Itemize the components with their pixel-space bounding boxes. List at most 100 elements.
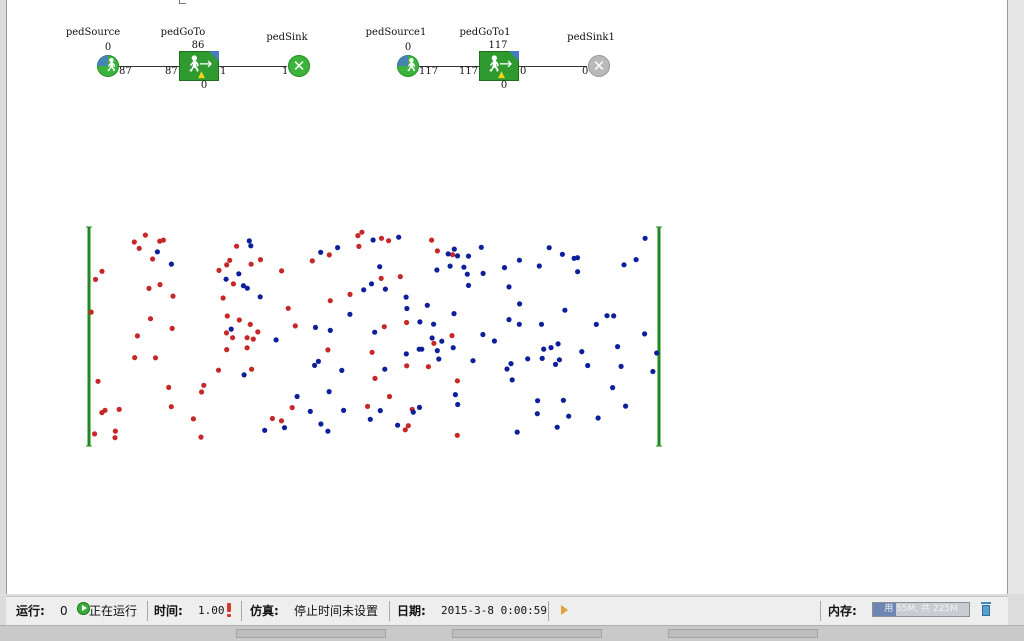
pedestrian-blue (370, 237, 376, 243)
pedestrian-red (215, 367, 222, 373)
pedestrian-blue (361, 287, 367, 293)
pedestrian-red (134, 333, 140, 339)
pedestrian-blue (325, 428, 331, 434)
pedestrian-blue (454, 253, 461, 259)
pedestrian-red (236, 317, 242, 323)
status-divider (548, 601, 549, 621)
pedestrian-blue (424, 302, 430, 308)
taskbar-button[interactable] (452, 629, 602, 638)
pedestrian-blue (248, 243, 254, 249)
pedestrian-blue (240, 283, 246, 289)
pedestrian-blue (395, 422, 401, 428)
pedestrian-blue (431, 321, 437, 327)
pedestrian-red (425, 364, 431, 370)
time-value: 1.00 (198, 604, 225, 617)
trash-icon[interactable] (980, 602, 992, 617)
pedestrian-red (278, 418, 285, 424)
pedestrian-blue (525, 356, 531, 362)
window-right-edge (1008, 0, 1024, 594)
pedestrian-blue (273, 337, 279, 343)
pedestrian-blue (419, 346, 425, 352)
pedestrian-red (292, 323, 298, 329)
pedestrian-red (95, 378, 101, 384)
pedestrian-blue (642, 331, 648, 337)
pedestrian-red (289, 405, 295, 411)
warning-icon (227, 603, 231, 617)
pedestrian-red (230, 335, 236, 341)
pedestrian-blue (416, 404, 423, 410)
pedestrian-blue (417, 319, 423, 325)
pedestrian-blue (312, 362, 318, 368)
pedestrian-blue (546, 245, 552, 251)
pedestrian-blue (506, 284, 512, 290)
pedestrian-red (131, 239, 137, 245)
pedestrian-blue (368, 281, 375, 287)
pedestrian-blue (650, 368, 656, 375)
pedestrian-red (116, 406, 122, 412)
status-divider (241, 601, 242, 621)
status-divider (389, 601, 390, 621)
pedestrian-blue (455, 401, 461, 408)
pedestrian-blue (642, 235, 648, 241)
pedestrian-blue (451, 246, 457, 252)
memory-usage-bar[interactable]: 用 55M, 共 225M (872, 602, 970, 617)
status-divider (147, 601, 148, 621)
pedestrian-blue (508, 361, 514, 367)
pedestrian-blue (534, 411, 540, 417)
pedestrian-blue (554, 424, 560, 430)
step-forward-icon[interactable] (559, 604, 569, 616)
pedestrian-red (386, 393, 393, 400)
pedestrian-red (454, 378, 460, 384)
pedestrian-blue (434, 267, 440, 273)
pedestrian-red (147, 316, 154, 322)
run-count: 0 (60, 604, 68, 618)
pedestrian-blue (262, 427, 268, 433)
pedestrian-blue (372, 329, 378, 335)
sim-value: 停止时间未设置 (294, 604, 379, 618)
pedestrian-blue (382, 366, 388, 372)
pedestrian-blue (571, 255, 577, 261)
taskbar (0, 625, 1024, 641)
pedestrian-red (325, 347, 331, 353)
pedestrian-red (309, 258, 315, 264)
pedestrian-red (359, 229, 365, 235)
pedestrian-blue (595, 415, 601, 421)
taskbar-button[interactable] (668, 629, 818, 638)
pedestrian-red (257, 257, 264, 263)
pedestrian-red (269, 415, 275, 422)
pedestrian-red (365, 403, 371, 409)
pedestrian-blue (461, 264, 467, 270)
taskbar-button[interactable] (236, 629, 386, 638)
pedestrian-blue (552, 361, 559, 367)
pedestrian-red (450, 252, 456, 258)
pedestrian-blue (559, 251, 566, 257)
pedestrian-blue (347, 311, 353, 317)
pedestrian-red (136, 245, 142, 251)
pedestrian-red (150, 256, 156, 262)
model-canvas[interactable]: pedSource 0 🚶︎ 87 pedGoTo 86 87 🚶︎ → ▲ 1… (6, 0, 1008, 594)
pedestrian-blue (516, 257, 522, 263)
pedestrian-blue (579, 349, 585, 355)
pedestrian-red (227, 257, 233, 263)
pedestrian-red (102, 407, 108, 413)
pedestrian-blue (257, 294, 263, 300)
pedestrian-red (248, 261, 254, 267)
pedestrian-blue (501, 265, 508, 271)
pedestrian-blue (555, 341, 561, 347)
pedestrian-blue (439, 338, 445, 344)
pedestrian-red (166, 384, 172, 390)
pedestrian-blue (575, 269, 581, 275)
pedestrian-blue (465, 282, 472, 288)
pedestrian-blue (241, 372, 247, 378)
pedestrian-animation (86, 226, 662, 447)
pedestrian-red (99, 268, 105, 274)
pedestrian-red (405, 423, 411, 429)
pedestrian-blue (429, 335, 435, 341)
pedestrian-blue (434, 348, 440, 354)
pedestrian-red (234, 243, 240, 249)
pedestrian-red (220, 295, 226, 301)
pedestrian-blue (341, 407, 347, 413)
pedestrian-blue (223, 276, 229, 282)
pedestrian-blue (312, 324, 319, 330)
pedestrian-blue (367, 416, 373, 422)
